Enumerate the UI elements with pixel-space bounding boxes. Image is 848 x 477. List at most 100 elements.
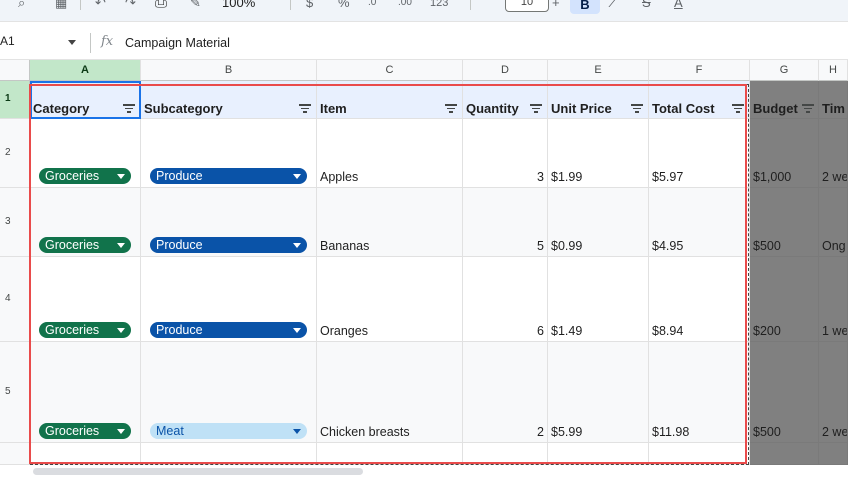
select-all-corner[interactable] [0,60,30,81]
category-chip[interactable]: Groceries [39,168,131,184]
cell-total-cost[interactable]: $11.98 [649,342,750,443]
cell-time[interactable]: 2 we [819,119,848,188]
name-box-dropdown-icon[interactable] [68,40,76,45]
chevron-down-icon[interactable] [293,243,301,248]
redo-icon[interactable]: ↷ [125,0,136,12]
header-cell-budget[interactable]: Budget [750,81,819,119]
chevron-down-icon[interactable] [293,429,301,434]
cell-category[interactable]: Groceries [30,188,141,257]
filter-icon[interactable] [631,104,643,113]
empty-cell[interactable] [548,443,649,465]
column-header-a[interactable]: A [30,60,141,81]
undo-icon[interactable]: ↶ [95,0,106,12]
text-color-button[interactable]: A [674,0,683,12]
cell-total-cost[interactable]: $4.95 [649,188,750,257]
header-cell-category[interactable]: Category [30,81,141,119]
search-menus-icon[interactable]: ⌕ [18,0,25,12]
cell-subcategory[interactable]: Meat [141,342,317,443]
cell-budget[interactable]: $500 [750,188,819,257]
cell-item[interactable]: Chicken breasts [317,342,463,443]
cell-unit-price[interactable]: $5.99 [548,342,649,443]
category-chip[interactable]: Groceries [39,423,131,439]
chevron-down-icon[interactable] [293,328,301,333]
row-header-2[interactable]: 2 [0,119,30,188]
cell-quantity[interactable]: 5 [463,188,548,257]
empty-cell[interactable] [649,443,750,465]
zoom-select[interactable]: 100% [222,0,255,12]
bold-button[interactable]: B [570,0,600,14]
name-box[interactable]: A1 [0,34,15,48]
cell-category[interactable]: Groceries [30,257,141,342]
column-header-b[interactable]: B [141,60,317,81]
cell-time[interactable]: Ong [819,188,848,257]
empty-cell[interactable] [141,443,317,465]
cell-total-cost[interactable]: $5.97 [649,119,750,188]
header-cell-item[interactable]: Item [317,81,463,119]
header-cell-subcategory[interactable]: Subcategory [141,81,317,119]
empty-cell[interactable] [750,443,819,465]
increase-decimal-button[interactable]: .00 [398,0,412,12]
category-chip[interactable]: Groceries [39,237,131,253]
cell-item[interactable]: Bananas [317,188,463,257]
print-icon[interactable]: ⎙ [155,0,167,12]
italic-icon[interactable]: ∕ [612,0,614,12]
chevron-down-icon[interactable] [293,174,301,179]
cell-unit-price[interactable]: $1.49 [548,257,649,342]
filter-icon[interactable] [299,104,311,113]
cell-time[interactable]: 2 we [819,342,848,443]
column-header-e[interactable]: E [548,60,649,81]
filter-icon[interactable] [123,104,135,113]
cell-budget[interactable]: $500 [750,342,819,443]
formula-input[interactable]: Campaign Material [125,36,230,50]
row-header-empty[interactable] [0,443,30,465]
header-cell-total-cost[interactable]: Total Cost [649,81,750,119]
cell-item[interactable]: Apples [317,119,463,188]
cell-category[interactable]: Groceries [30,342,141,443]
cell-quantity[interactable]: 3 [463,119,548,188]
cell-unit-price[interactable]: $1.99 [548,119,649,188]
decrease-decimal-button[interactable]: .0 [368,0,376,12]
cell-unit-price[interactable]: $0.99 [548,188,649,257]
category-chip[interactable]: Groceries [39,322,131,338]
column-header-g[interactable]: G [750,60,819,81]
empty-cell[interactable] [317,443,463,465]
row-header-4[interactable]: 4 [0,257,30,342]
cell-subcategory[interactable]: Produce [141,119,317,188]
filter-icon[interactable] [802,104,814,113]
column-header-h[interactable]: H [819,60,848,81]
row-header-3[interactable]: 3 [0,188,30,257]
cell-time[interactable]: 1 we [819,257,848,342]
column-header-d[interactable]: D [463,60,548,81]
chevron-down-icon[interactable] [117,243,125,248]
table-icon[interactable]: ▦ [55,0,67,12]
column-header-c[interactable]: C [317,60,463,81]
row-header-5[interactable]: 5 [0,342,30,443]
chevron-down-icon[interactable] [117,174,125,179]
filter-icon[interactable] [530,104,542,113]
chevron-down-icon[interactable] [117,429,125,434]
currency-button[interactable]: $ [306,0,313,12]
horizontal-scrollbar-thumb[interactable] [33,468,363,475]
subcategory-chip[interactable]: Produce [150,168,307,184]
empty-cell[interactable] [463,443,548,465]
cell-item[interactable]: Oranges [317,257,463,342]
strikethrough-button[interactable]: S [642,0,651,12]
chevron-down-icon[interactable] [117,328,125,333]
column-header-f[interactable]: F [649,60,750,81]
subcategory-chip[interactable]: Produce [150,322,307,338]
cell-subcategory[interactable]: Produce [141,188,317,257]
font-size-input[interactable]: 10 [505,0,549,12]
paint-format-icon[interactable]: ✎ [190,0,201,12]
empty-cell[interactable] [30,443,141,465]
header-cell-time[interactable]: Tim [819,81,848,119]
cell-category[interactable]: Groceries [30,119,141,188]
cell-quantity[interactable]: 6 [463,257,548,342]
increase-font-size-icon[interactable]: + [552,0,560,12]
header-cell-unit-price[interactable]: Unit Price [548,81,649,119]
subcategory-chip[interactable]: Meat [150,423,307,439]
cell-subcategory[interactable]: Produce [141,257,317,342]
subcategory-chip[interactable]: Produce [150,237,307,253]
filter-icon[interactable] [732,104,744,113]
cell-quantity[interactable]: 2 [463,342,548,443]
header-cell-quantity[interactable]: Quantity [463,81,548,119]
